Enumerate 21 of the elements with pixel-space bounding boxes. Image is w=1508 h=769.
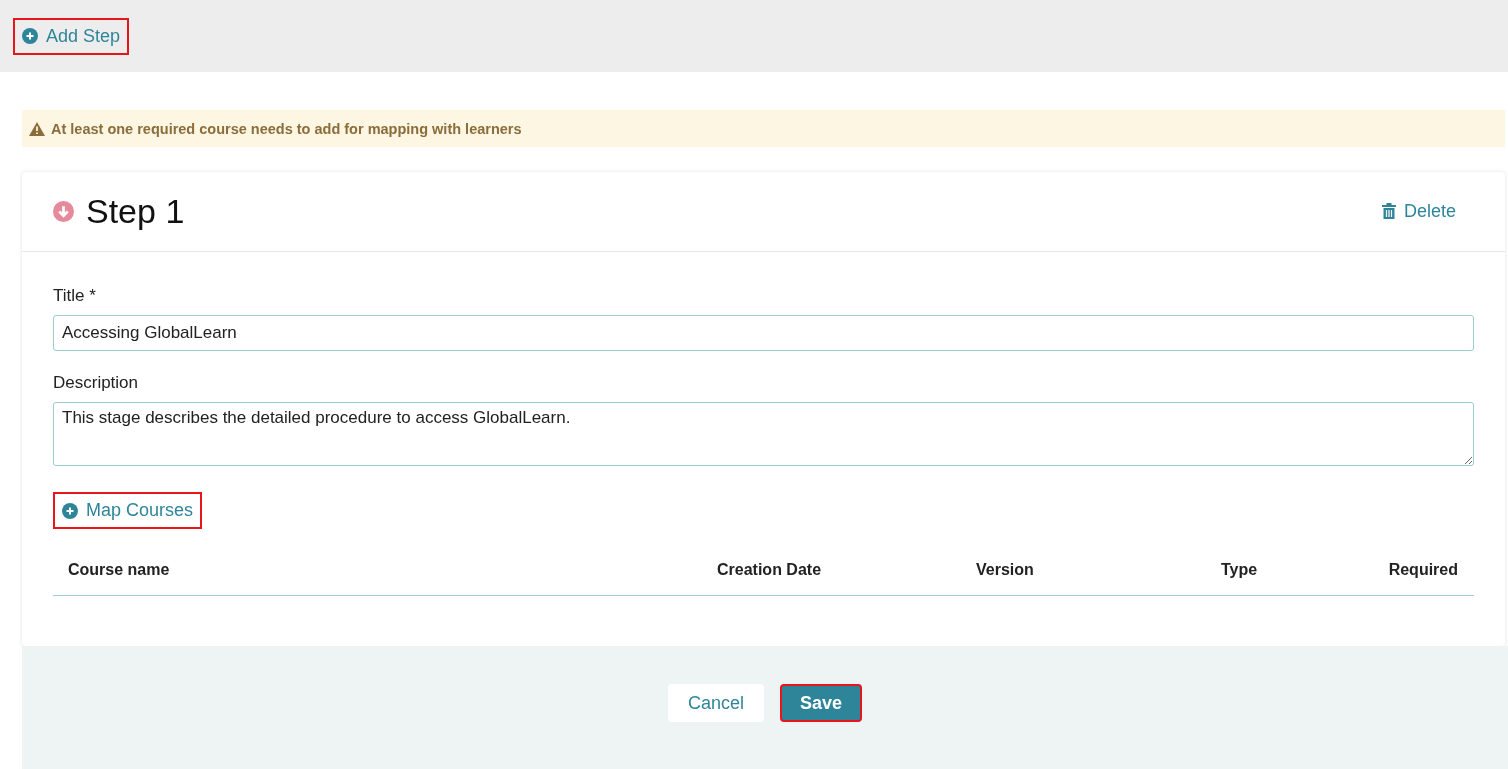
step-title: Step 1 (86, 192, 185, 231)
column-header: Creation Date (717, 561, 823, 579)
field-label: Title * (53, 286, 97, 306)
add-step-button[interactable]: Add Step (13, 17, 130, 55)
warning-icon (29, 121, 45, 136)
save-button[interactable]: Save (780, 684, 863, 722)
field-label: Description (53, 373, 140, 393)
warning-text: At least one required course needs to add for mapping with learners (51, 120, 522, 137)
map-courses-button[interactable]: Map Courses (53, 492, 203, 529)
trash-icon (1381, 203, 1396, 220)
collapse-toggle-icon[interactable] (53, 201, 74, 222)
column-header: Version (976, 561, 1035, 579)
column-header: Course name (68, 561, 171, 579)
cancel-button[interactable]: Cancel (667, 684, 764, 722)
column-header: Required (1387, 561, 1458, 579)
description-field[interactable]: This stage describes the detailed procedure to access GlobalLearn. (53, 402, 1474, 466)
plus-circle-icon (22, 28, 38, 44)
column-header: Type (1221, 561, 1259, 579)
delete-button[interactable]: Delete (1372, 193, 1465, 230)
title-field[interactable]: Accessing GlobalLearn (53, 315, 1474, 351)
plus-circle-icon (62, 502, 78, 519)
